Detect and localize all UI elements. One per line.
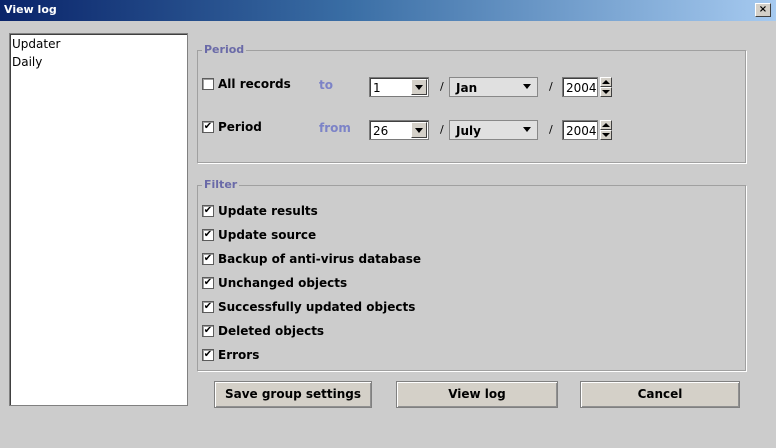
update-source-label: Update source (218, 228, 317, 242)
date-separator: / (549, 123, 553, 136)
period-legend: Period (202, 43, 247, 56)
to-day-select[interactable]: 1 (369, 77, 429, 97)
errors-label: Errors (218, 348, 260, 362)
errors-checkbox[interactable]: ✔ (202, 349, 214, 361)
all-records-label: All records (218, 77, 291, 91)
view-log-button[interactable]: View log (396, 381, 558, 408)
updated-objects-checkbox[interactable]: ✔ (202, 301, 214, 313)
chevron-down-icon[interactable] (520, 122, 536, 138)
from-month-select[interactable]: July (449, 120, 538, 140)
title-bar: View log × (0, 0, 776, 21)
update-source-checkbox[interactable]: ✔ (202, 229, 214, 241)
all-records-checkbox[interactable] (202, 78, 214, 90)
arrow-up-icon[interactable] (600, 77, 612, 87)
chevron-down-icon[interactable] (411, 79, 427, 95)
period-group: Period All records to 1 / Jan / 2004 ✔ P… (197, 43, 746, 163)
chevron-down-icon[interactable] (520, 79, 536, 95)
chevron-down-icon[interactable] (411, 122, 427, 138)
to-month-select[interactable]: Jan (449, 77, 538, 97)
arrow-up-icon[interactable] (600, 120, 612, 130)
backup-database-checkbox[interactable]: ✔ (202, 253, 214, 265)
updated-objects-label: Successfully updated objects (218, 300, 416, 314)
to-label: to (319, 78, 333, 92)
unchanged-objects-label: Unchanged objects (218, 276, 348, 290)
filter-group: Filter ✔ Update results ✔ Update source … (197, 178, 746, 371)
from-label: from (319, 121, 351, 135)
arrow-down-icon[interactable] (600, 87, 612, 97)
list-item[interactable]: Daily (10, 52, 187, 70)
date-separator: / (549, 80, 553, 93)
period-label: Period (218, 120, 262, 134)
deleted-objects-checkbox[interactable]: ✔ (202, 325, 214, 337)
filter-legend: Filter (202, 178, 240, 191)
date-separator: / (440, 123, 444, 136)
cancel-button[interactable]: Cancel (580, 381, 740, 408)
backup-database-label: Backup of anti-virus database (218, 252, 421, 266)
save-group-settings-button[interactable]: Save group settings (214, 381, 372, 408)
arrow-down-icon[interactable] (600, 130, 612, 140)
period-checkbox[interactable]: ✔ (202, 121, 214, 133)
date-separator: / (440, 80, 444, 93)
window-title: View log (4, 3, 57, 16)
close-icon[interactable]: × (755, 3, 771, 17)
update-results-label: Update results (218, 204, 318, 218)
unchanged-objects-checkbox[interactable]: ✔ (202, 277, 214, 289)
deleted-objects-label: Deleted objects (218, 324, 325, 338)
from-day-select[interactable]: 26 (369, 120, 429, 140)
list-item[interactable]: Updater (10, 34, 187, 52)
group-list[interactable]: Updater Daily (9, 33, 188, 406)
update-results-checkbox[interactable]: ✔ (202, 205, 214, 217)
